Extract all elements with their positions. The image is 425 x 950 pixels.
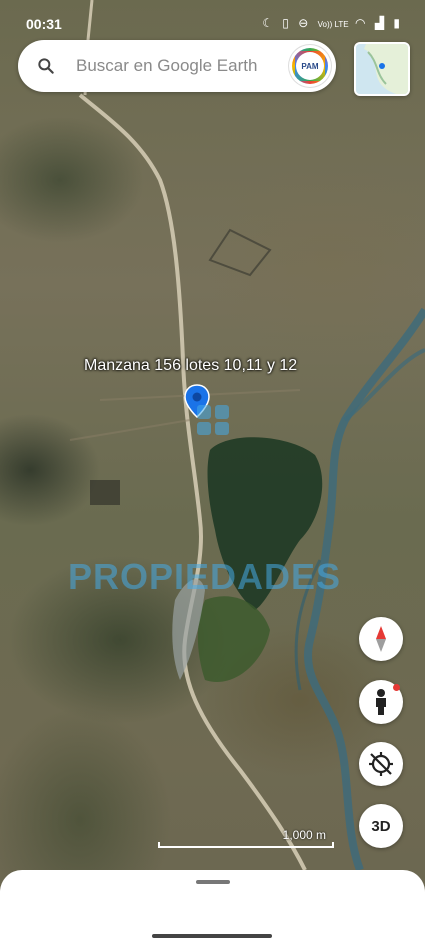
notification-dot [393,684,400,691]
gesture-nav-bar[interactable] [152,934,272,938]
3d-toggle-button[interactable]: 3D [359,804,403,848]
map-scale: 1,000 m [158,828,334,850]
minimap-thumbnail [356,44,408,94]
placemark-label[interactable]: Manzana 156 lotes 10,11 y 12 [84,357,297,375]
status-time: 00:31 [26,16,62,32]
watermark-logo-icon [197,405,229,435]
sheet-drag-handle[interactable] [196,880,230,884]
battery-icon: ▮ [393,16,403,30]
map-terrain [69,0,425,872]
street-view-button[interactable] [359,680,403,724]
wifi-icon: ◠ [354,16,369,30]
pegman-icon [376,689,386,715]
status-bar: 00:31 ☾ ▯ ⊖ Vo)) LTE ◠ ▟ ▮ [0,0,425,34]
minimap-button[interactable] [354,42,410,96]
compass-button[interactable] [359,617,403,661]
watermark-text: PROPIEDADES [68,556,342,597]
my-location-off-icon [369,752,393,776]
3d-label: 3D [371,817,391,835]
my-location-button[interactable] [359,742,403,786]
moon-icon: ☾ [262,16,276,30]
search-bar[interactable]: Buscar en Google Earth PAM [18,40,336,92]
signal-icon: ▟ [374,16,388,30]
dnd-icon: ⊖ [298,16,312,30]
scale-label: 1,000 m [282,828,326,842]
scale-bar [158,842,334,848]
satellite-map[interactable] [0,0,425,950]
bottom-sheet[interactable] [0,870,425,950]
avatar-ring: PAM [292,48,328,84]
account-avatar[interactable]: PAM [289,45,331,87]
vibrate-icon: ▯ [282,16,292,30]
volte-icon: Vo)) LTE [317,20,349,29]
avatar-text: PAM [296,52,324,80]
compass-icon [376,626,386,652]
search-icon[interactable] [36,56,56,76]
status-icons: ☾ ▯ ⊖ Vo)) LTE ◠ ▟ ▮ [262,16,403,30]
search-input[interactable]: Buscar en Google Earth [76,56,257,76]
